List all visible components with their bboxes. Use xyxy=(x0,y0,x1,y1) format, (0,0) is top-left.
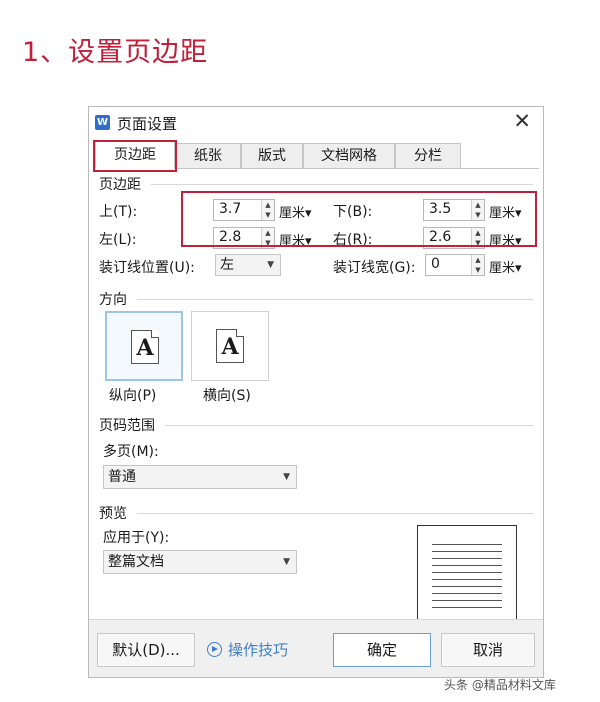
ok-button[interactable]: 确定 xyxy=(333,633,431,667)
dialog-title: 页面设置 xyxy=(117,115,178,133)
left-margin-value: 2.8 xyxy=(219,229,242,245)
landscape-page-icon: A xyxy=(216,329,244,363)
right-margin-spinner[interactable]: 2.6 ▲ ▼ xyxy=(423,227,485,249)
preview-line xyxy=(432,579,502,580)
left-margin-unit[interactable]: 厘米▾ xyxy=(279,230,312,249)
preview-line xyxy=(432,593,502,594)
spinner-arrows-icon[interactable]: ▲ ▼ xyxy=(471,228,484,248)
preview-section-title: 预览 xyxy=(99,506,127,522)
gutter-width-unit[interactable]: 厘米▾ xyxy=(489,257,522,276)
top-margin-spinner[interactable]: 3.7 ▲ ▼ xyxy=(213,199,275,221)
margins-section-title: 页边距 xyxy=(99,177,141,193)
landscape-option[interactable]: A xyxy=(191,311,269,381)
bottom-margin-value: 3.5 xyxy=(429,201,452,217)
tab-columns[interactable]: 分栏 xyxy=(395,143,461,169)
page-range-section-title: 页码范围 xyxy=(99,418,155,434)
wps-writer-icon: W xyxy=(95,115,110,130)
cancel-button[interactable]: 取消 xyxy=(441,633,535,667)
spinner-arrows-icon[interactable]: ▲ ▼ xyxy=(471,255,484,275)
spinner-arrows-icon[interactable]: ▲ ▼ xyxy=(261,200,274,220)
tab-margins[interactable]: 页边距 xyxy=(95,141,175,169)
preview-line xyxy=(432,558,502,559)
play-circle-icon xyxy=(207,642,222,657)
preview-line xyxy=(432,600,502,601)
spinner-arrows-icon[interactable]: ▲ ▼ xyxy=(261,228,274,248)
gutter-width-label: 装订线宽(G): xyxy=(333,260,416,276)
title-bar: W 页面设置 ✕ xyxy=(89,107,543,137)
bottom-margin-unit[interactable]: 厘米▾ xyxy=(489,202,522,221)
gutter-width-spinner[interactable]: 0 ▲ ▼ xyxy=(425,254,485,276)
dropdown-caret-icon: ▼ xyxy=(283,472,290,482)
preview-divider xyxy=(137,513,533,514)
tab-layout[interactable]: 版式 xyxy=(241,143,303,169)
apply-to-label: 应用于(Y): xyxy=(103,530,170,546)
bottom-margin-spinner[interactable]: 3.5 ▲ ▼ xyxy=(423,199,485,221)
portrait-page-icon: A xyxy=(131,330,159,364)
orientation-section-title: 方向 xyxy=(99,292,127,308)
orientation-divider xyxy=(137,299,533,300)
multiple-pages-label: 多页(M): xyxy=(103,444,159,460)
bottom-margin-label: 下(B): xyxy=(333,204,373,220)
multiple-pages-select[interactable]: 普通 ▼ xyxy=(103,465,297,489)
dropdown-caret-icon: ▼ xyxy=(283,557,290,567)
preview-line xyxy=(432,565,502,566)
apply-to-select[interactable]: 整篇文档 ▼ xyxy=(103,550,297,574)
landscape-label[interactable]: 横向(S) xyxy=(203,385,251,405)
portrait-label[interactable]: 纵向(P) xyxy=(109,385,156,405)
page-heading: 1、设置页边距 xyxy=(22,37,209,68)
preview-line xyxy=(432,544,502,545)
default-button[interactable]: 默认(D)... xyxy=(97,633,195,667)
dialog-footer: 默认(D)... 操作技巧 确定 取消 xyxy=(89,619,543,677)
left-margin-label: 左(L): xyxy=(99,232,137,248)
gutter-position-select[interactable]: 左 ▼ xyxy=(215,254,281,276)
gutter-width-value: 0 xyxy=(431,256,440,272)
tab-document-grid[interactable]: 文档网格 xyxy=(303,143,395,169)
top-margin-unit[interactable]: 厘米▾ xyxy=(279,202,312,221)
top-margin-label: 上(T): xyxy=(99,204,138,220)
tips-link[interactable]: 操作技巧 xyxy=(207,633,288,667)
page-preview xyxy=(417,525,517,619)
left-margin-spinner[interactable]: 2.8 ▲ ▼ xyxy=(213,227,275,249)
dropdown-caret-icon: ▼ xyxy=(267,260,274,270)
watermark-text: 头条 @精品材料文库 xyxy=(444,678,556,692)
preview-line xyxy=(432,572,502,573)
right-margin-unit[interactable]: 厘米▾ xyxy=(489,230,522,249)
preview-line xyxy=(432,607,502,608)
spinner-arrows-icon[interactable]: ▲ ▼ xyxy=(471,200,484,220)
margins-divider xyxy=(151,184,533,185)
tips-label: 操作技巧 xyxy=(228,641,289,659)
right-margin-label: 右(R): xyxy=(333,232,373,248)
page-range-divider xyxy=(165,425,533,426)
page-setup-dialog: W 页面设置 ✕ 页边距 纸张 版式 文档网格 分栏 页边距 上(T): 3.7… xyxy=(88,106,544,678)
portrait-option[interactable]: A xyxy=(105,311,183,381)
preview-line xyxy=(432,586,502,587)
tab-paper[interactable]: 纸张 xyxy=(175,143,241,169)
gutter-position-label: 装订线位置(U): xyxy=(99,260,195,276)
right-margin-value: 2.6 xyxy=(429,229,452,245)
close-icon[interactable]: ✕ xyxy=(513,109,531,133)
top-margin-value: 3.7 xyxy=(219,201,242,217)
preview-line xyxy=(432,551,502,552)
